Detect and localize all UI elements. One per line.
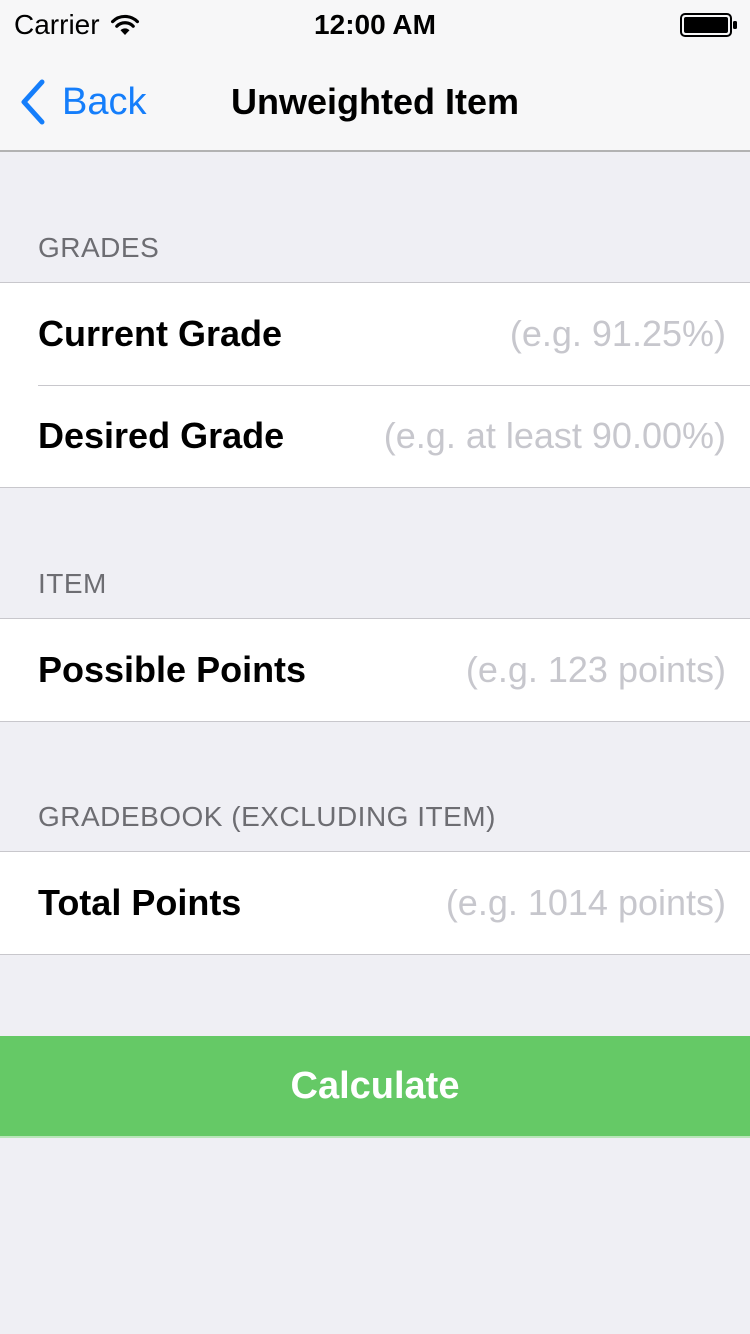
total-points-row: Total Points [0,852,750,954]
possible-points-row: Possible Points [0,619,750,721]
desired-grade-row: Desired Grade [0,385,750,487]
current-grade-input[interactable] [302,313,726,355]
page-title: Unweighted Item [230,81,520,122]
current-grade-row: Current Grade [0,283,750,385]
grades-group: Current Grade Desired Grade [0,282,750,488]
total-points-label: Total Points [38,882,242,923]
total-points-input[interactable] [261,882,726,924]
status-time: 12:00 AM [314,9,436,40]
screen: Carrier 12:00 AM Back Unweighted Item GR… [0,0,750,1334]
desired-grade-input[interactable] [304,415,726,457]
section-header-grades: GRADES [38,232,160,263]
navigation-bar: Back Unweighted Item [0,40,750,152]
section-header-gradebook: GRADEBOOK (EXCLUDING ITEM) [38,801,496,832]
calculate-button[interactable]: Calculate [0,1036,750,1138]
item-group: Possible Points [0,618,750,722]
possible-points-input[interactable] [326,649,726,691]
desired-grade-label: Desired Grade [38,415,285,456]
possible-points-label: Possible Points [38,649,307,690]
status-bar: Carrier 12:00 AM [0,0,750,40]
gradebook-group: Total Points [0,851,750,955]
battery-icon [680,13,737,37]
current-grade-label: Current Grade [38,313,283,354]
section-header-item: ITEM [38,568,107,599]
